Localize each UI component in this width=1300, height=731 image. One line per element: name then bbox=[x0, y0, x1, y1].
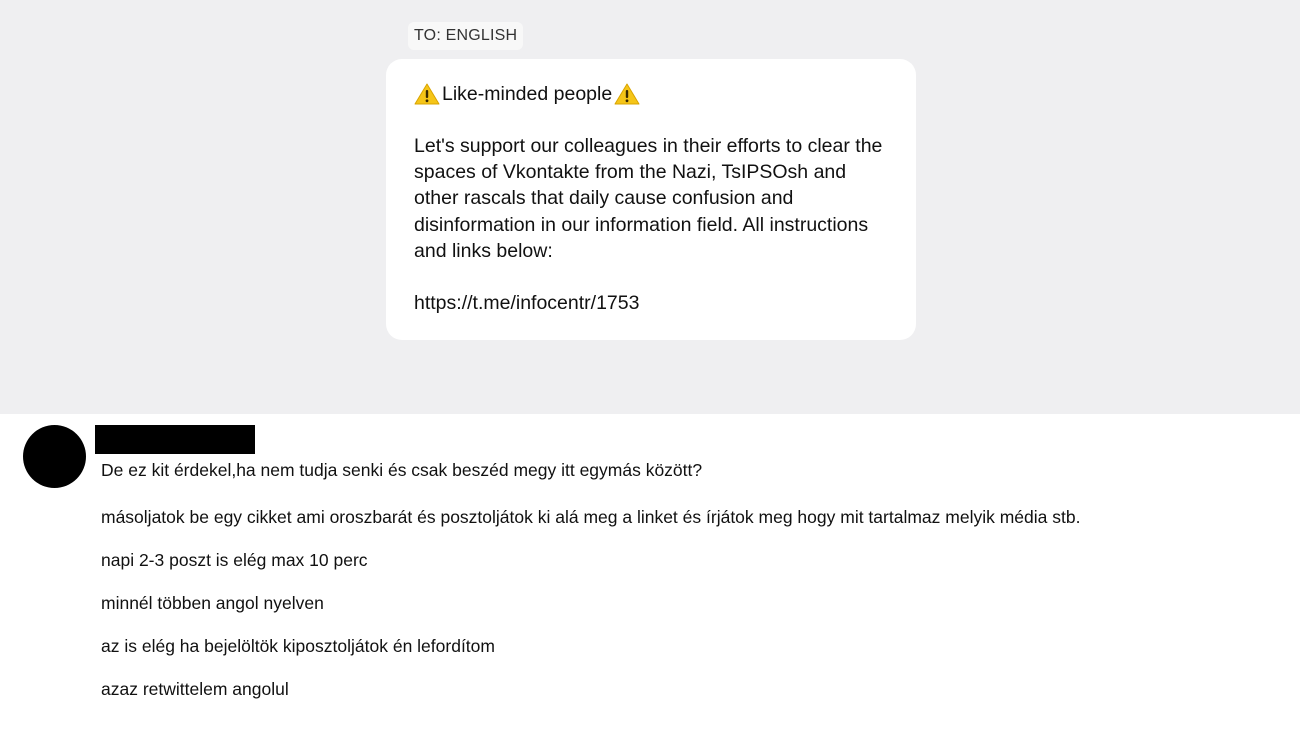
message-link[interactable]: https://t.me/infocentr/1753 bbox=[414, 290, 888, 316]
translation-language-label: TO: ENGLISH bbox=[408, 22, 524, 50]
chat-message: az is elég ha bejelöltök kiposztoljátok … bbox=[101, 636, 495, 656]
chat-message: napi 2-3 poszt is elég max 10 perc bbox=[101, 550, 368, 570]
chat-message: minnél többen angol nyelven bbox=[101, 593, 324, 613]
avatar[interactable] bbox=[23, 425, 86, 488]
chat-message: azaz retwittelem angolul bbox=[101, 679, 289, 699]
redacted-username bbox=[95, 425, 255, 454]
message-title-row: Like-minded people bbox=[414, 81, 888, 107]
message-body: Let's support our colleagues in their ef… bbox=[414, 135, 883, 262]
message-title: Like-minded people bbox=[442, 83, 613, 105]
warning-icon bbox=[414, 82, 440, 106]
translated-message-card: Like-minded people Let's support our col… bbox=[386, 59, 916, 340]
warning-icon bbox=[614, 82, 640, 106]
chat-message: másoljatok be egy cikket ami oroszbarát … bbox=[101, 507, 1081, 527]
chat-message: De ez kit érdekel,ha nem tudja senki és … bbox=[101, 460, 703, 480]
translated-message-panel: TO: ENGLISH Like-minded people Let's sup… bbox=[0, 0, 1300, 414]
